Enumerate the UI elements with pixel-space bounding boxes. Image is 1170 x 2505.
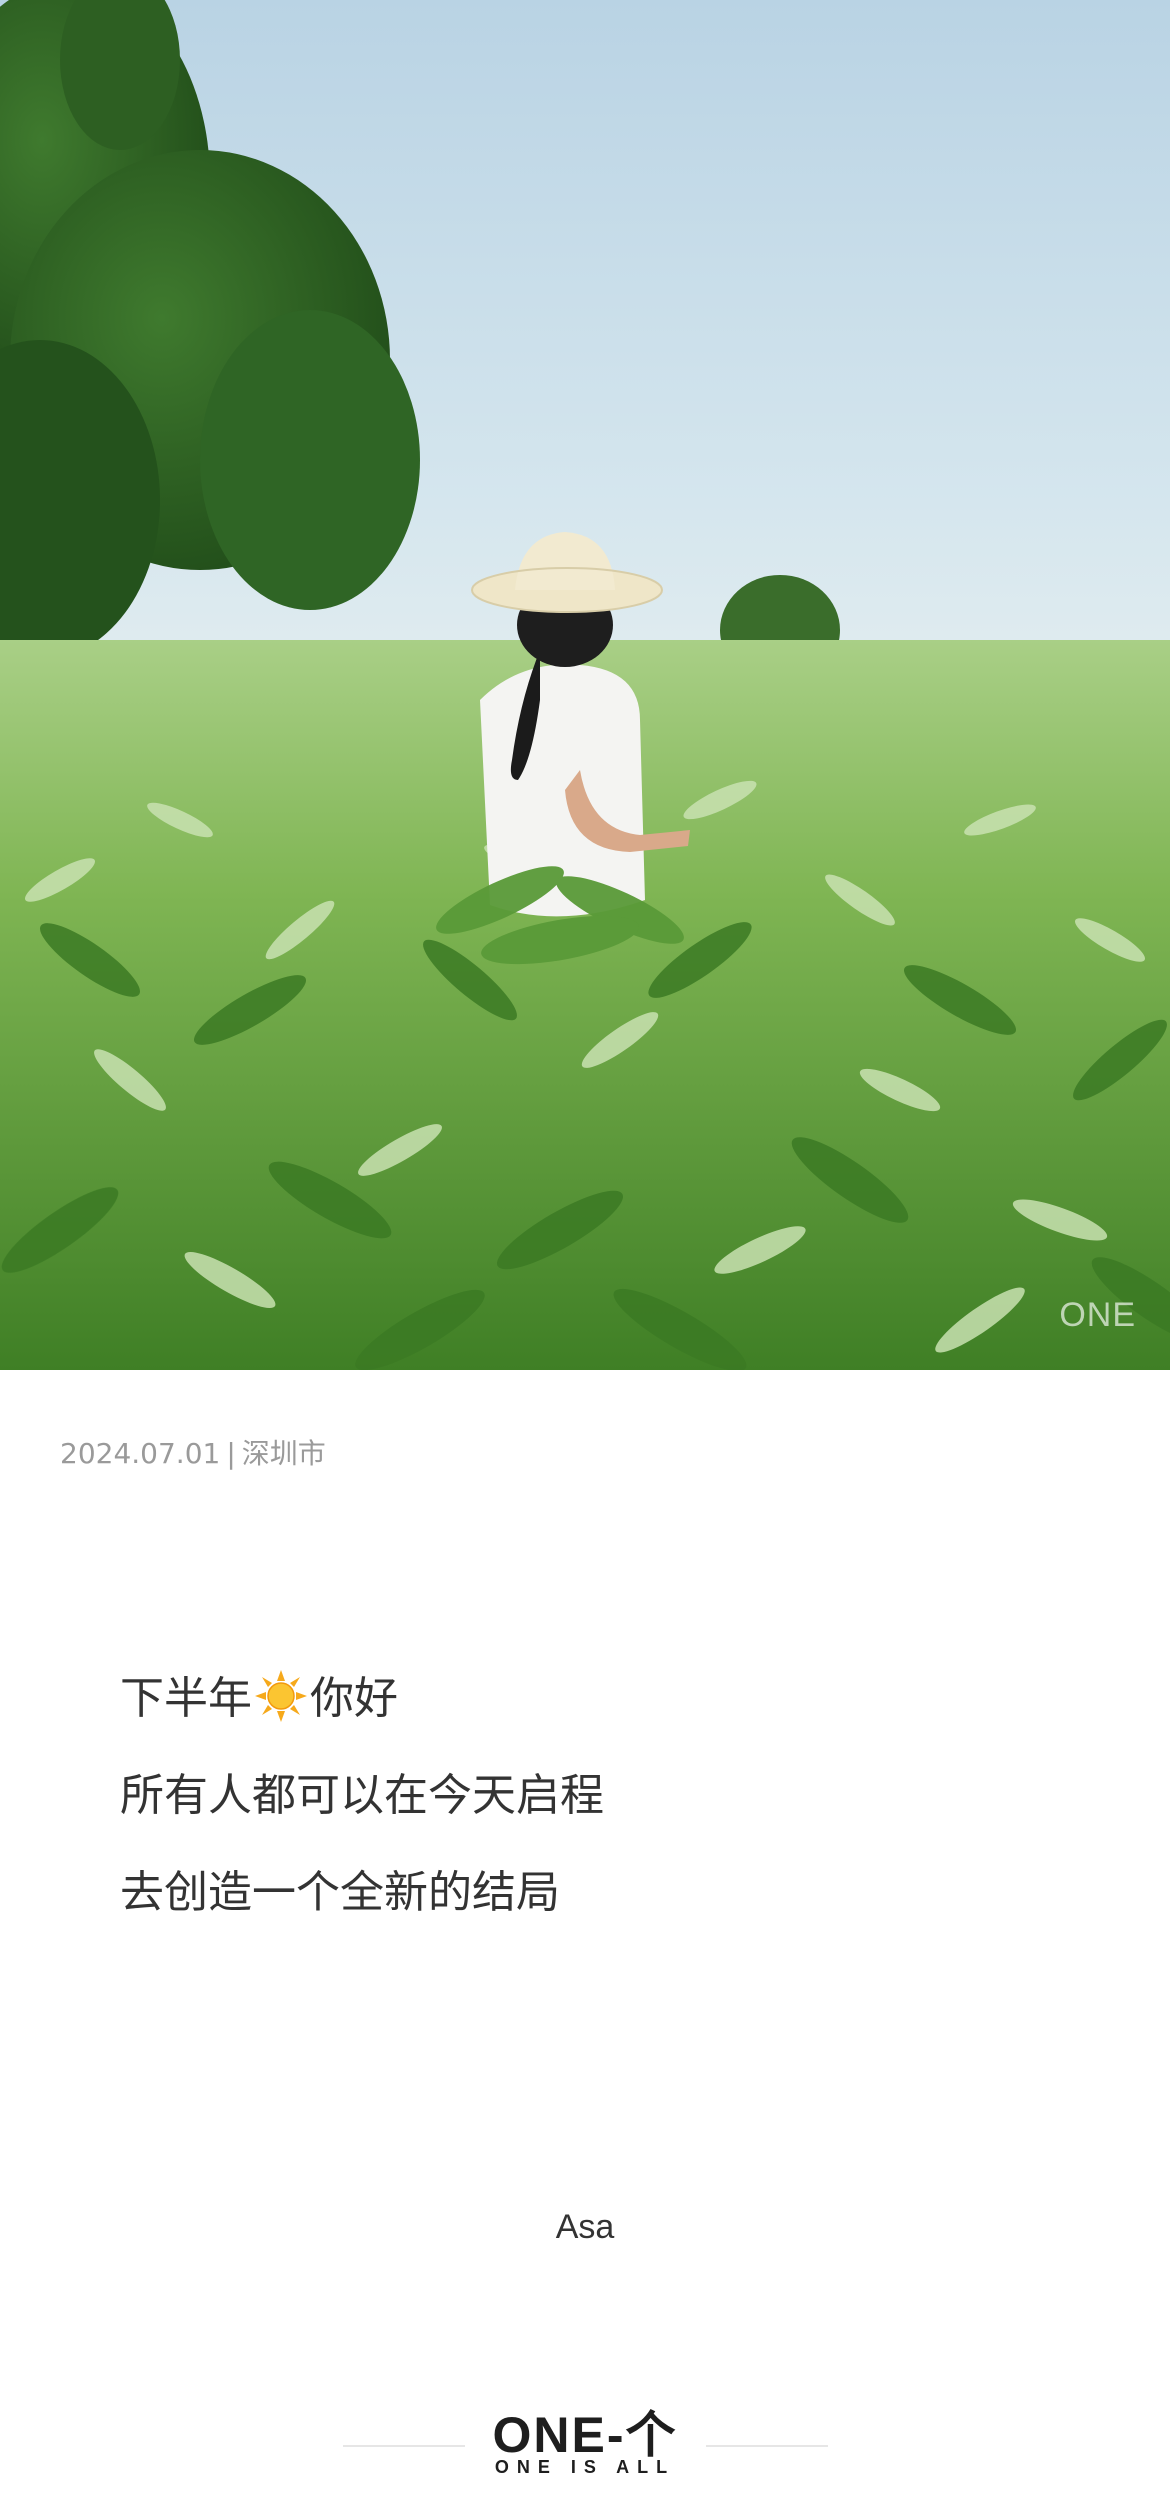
sun-emoji-icon — [255, 1670, 307, 1722]
post-location: 深圳市 — [241, 1437, 326, 1470]
photo-watermark: ONE — [1059, 1296, 1136, 1334]
brand-tagline: ONE IS ALL — [494, 2457, 676, 2477]
poem-line-1-text-b: 你好 — [310, 1673, 398, 1724]
poem-line-3: 去创造一个全新的结局 — [120, 1867, 560, 1918]
poem-line-1-text-a: 下半年 — [120, 1673, 252, 1724]
meta-separator: | — [226, 1437, 236, 1470]
poem-line-1: 下半年 你好 — [120, 1650, 604, 1747]
post-meta: 2024.07.01 | 深圳市 — [60, 1432, 326, 1472]
footer-brand: ONE-个 ONE IS ALL — [0, 2395, 1170, 2495]
post-body: 下半年 你好 所有人都可以在今天启程 去创造一个全新的结局 — [120, 1650, 604, 1941]
author-name: Asa — [555, 2208, 615, 2246]
hero-photo: ONE — [0, 0, 1170, 1370]
poem-line-2: 所有人都可以在今天启程 — [120, 1770, 604, 1821]
post-date: 2024.07.01 — [60, 1437, 221, 1470]
field-illustration — [0, 0, 1170, 1370]
